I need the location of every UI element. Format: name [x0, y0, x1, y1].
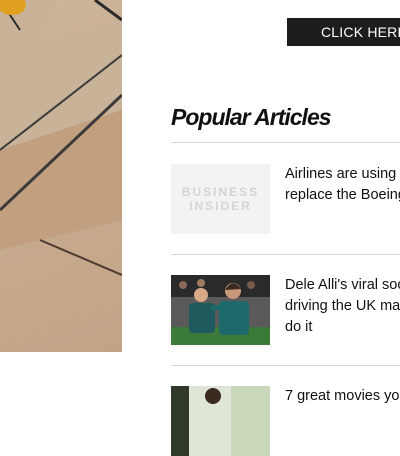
- divider: [171, 254, 400, 255]
- article-headline[interactable]: Airlines are using replace the Boeing: [285, 164, 400, 206]
- divider: [171, 142, 400, 143]
- article-item-1[interactable]: BUSINESS INSIDER Airlines are using repl…: [171, 164, 400, 244]
- popular-articles-title: Popular Articles: [171, 104, 332, 130]
- logo-line: BUSINESS: [181, 185, 260, 199]
- logo-line: INSIDER: [189, 199, 252, 213]
- background-photo: [0, 0, 122, 352]
- business-insider-logo-thumbnail[interactable]: BUSINESS INSIDER: [171, 164, 270, 234]
- divider: [171, 365, 400, 366]
- person-photo-thumbnail[interactable]: [171, 386, 270, 456]
- headline-line: do it: [285, 319, 313, 335]
- click-here-button[interactable]: CLICK HERE: [287, 18, 400, 46]
- headline-line: Dele Alli's viral soc: [285, 277, 400, 293]
- headline-line: 7 great movies yo: [285, 388, 400, 404]
- headline-line: driving the UK ma: [285, 298, 400, 314]
- football-players-photo-thumbnail[interactable]: [171, 275, 270, 345]
- headline-line: Airlines are using: [285, 166, 397, 182]
- article-headline[interactable]: Dele Alli's viral soc driving the UK ma …: [285, 275, 400, 338]
- article-headline[interactable]: 7 great movies yo: [285, 386, 400, 407]
- headline-line: replace the Boeing: [285, 187, 400, 203]
- article-item-3[interactable]: 7 great movies yo: [171, 386, 400, 456]
- article-item-2[interactable]: Dele Alli's viral soc driving the UK ma …: [171, 275, 400, 355]
